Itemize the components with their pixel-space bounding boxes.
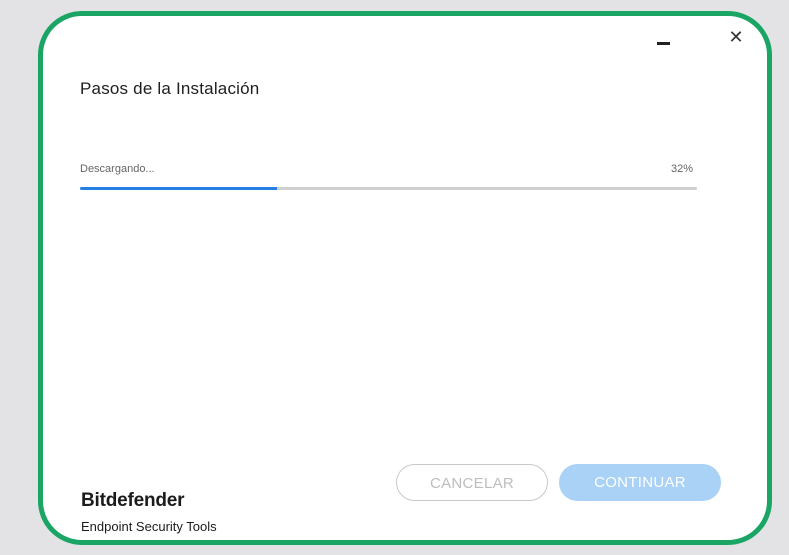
progress-status-label: Descargando... xyxy=(80,163,155,175)
brand-product-name: Endpoint Security Tools xyxy=(81,519,217,534)
close-icon: ✕ xyxy=(728,27,744,48)
cancel-button[interactable]: CANCELAR xyxy=(396,464,548,501)
progress-bar-fill xyxy=(80,187,278,190)
page-title: Pasos de la Instalación xyxy=(80,79,260,98)
installer-window: ✕ Pasos de la Instalación Descargando...… xyxy=(38,11,772,545)
progress-bar-track xyxy=(80,187,697,190)
progress-percent-label: 32% xyxy=(670,163,693,175)
close-button[interactable]: ✕ xyxy=(726,28,746,48)
brand-logo-text: Bitdefender xyxy=(81,490,185,511)
minimize-icon xyxy=(657,42,670,45)
continue-button[interactable]: CONTINUAR xyxy=(559,464,721,501)
minimize-button[interactable] xyxy=(657,42,671,46)
